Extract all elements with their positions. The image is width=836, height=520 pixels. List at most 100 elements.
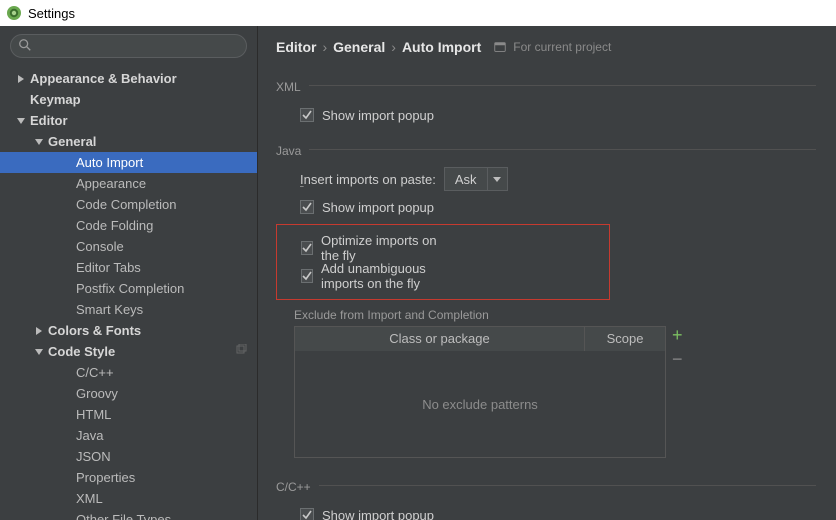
tree-item-label: Console — [76, 239, 124, 254]
add-unambiguous-label: Add unambiguous imports on the fly — [321, 261, 449, 291]
tree-item-java[interactable]: Java — [0, 425, 257, 446]
check-icon — [302, 271, 312, 281]
caret-none — [16, 95, 26, 105]
remove-exclude-button[interactable]: − — [672, 352, 683, 366]
divider — [309, 149, 816, 150]
tree-item-c-c-[interactable]: C/C++ — [0, 362, 257, 383]
tree-item-label: Appearance & Behavior — [30, 71, 177, 86]
caret-none — [62, 368, 72, 378]
tree-item-general[interactable]: General — [0, 131, 257, 152]
exclude-table-empty: No exclude patterns — [295, 351, 665, 457]
tree-item-label: Code Completion — [76, 197, 176, 212]
chevron-right-icon: › — [391, 39, 396, 55]
tree-item-colors-fonts[interactable]: Colors & Fonts — [0, 320, 257, 341]
check-icon — [302, 243, 312, 253]
project-scope-label: For current project — [513, 40, 611, 54]
xml-show-popup-label: Show import popup — [322, 108, 434, 123]
tree-item-editor-tabs[interactable]: Editor Tabs — [0, 257, 257, 278]
search-input[interactable] — [10, 34, 247, 58]
exclude-title: Exclude from Import and Completion — [294, 308, 836, 322]
tree-item-label: Code Style — [48, 344, 115, 359]
exclude-table[interactable]: Class or package Scope No exclude patter… — [294, 326, 666, 458]
caret-none — [62, 389, 72, 399]
xml-show-popup-checkbox[interactable] — [300, 108, 314, 122]
cc-show-popup-checkbox[interactable] — [300, 508, 314, 520]
optimize-imports-checkbox[interactable] — [301, 241, 313, 255]
tree-item-label: Appearance — [76, 176, 146, 191]
caret-right-icon[interactable] — [16, 74, 26, 84]
add-unambiguous-checkbox[interactable] — [301, 269, 313, 283]
tree-item-console[interactable]: Console — [0, 236, 257, 257]
tree-item-label: JSON — [76, 449, 111, 464]
tree-item-code-completion[interactable]: Code Completion — [0, 194, 257, 215]
tree-item-appearance[interactable]: Appearance — [0, 173, 257, 194]
insert-imports-label: Insert imports on paste: — [300, 172, 436, 187]
add-exclude-button[interactable]: + — [672, 328, 683, 342]
check-icon — [302, 110, 312, 120]
section-cc-title: C/C++ — [276, 480, 311, 494]
tree-item-smart-keys[interactable]: Smart Keys — [0, 299, 257, 320]
tree-item-code-folding[interactable]: Code Folding — [0, 215, 257, 236]
divider — [309, 85, 816, 86]
tree-item-label: Colors & Fonts — [48, 323, 141, 338]
caret-none — [62, 284, 72, 294]
tree-item-code-style[interactable]: Code Style — [0, 341, 257, 362]
tree-item-html[interactable]: HTML — [0, 404, 257, 425]
divider — [319, 485, 816, 486]
settings-tree[interactable]: Appearance & Behavior Keymap Editor General… — [0, 66, 257, 520]
tree-item-auto-import[interactable]: Auto Import — [0, 152, 257, 173]
caret-none — [62, 410, 72, 420]
window-titlebar: Settings — [0, 0, 836, 26]
settings-sidebar: Appearance & Behavior Keymap Editor General… — [0, 26, 258, 520]
insert-imports-combo[interactable]: Ask — [444, 167, 508, 191]
cc-show-popup-label: Show import popup — [322, 508, 434, 520]
tree-item-label: Auto Import — [76, 155, 143, 170]
insert-imports-value: Ask — [445, 172, 487, 187]
check-icon — [302, 202, 312, 212]
tree-item-groovy[interactable]: Groovy — [0, 383, 257, 404]
crumb-general[interactable]: General — [333, 39, 385, 55]
check-icon — [302, 510, 312, 520]
section-java-title: Java — [276, 144, 301, 158]
caret-none — [62, 158, 72, 168]
optimize-imports-label: Optimize imports on the fly — [321, 233, 449, 263]
tree-item-label: Editor Tabs — [76, 260, 141, 275]
caret-none — [62, 515, 72, 520]
tree-item-xml[interactable]: XML — [0, 488, 257, 509]
chevron-down-icon[interactable] — [487, 168, 507, 190]
tree-item-json[interactable]: JSON — [0, 446, 257, 467]
highlighted-options: Optimize imports on the fly Add unambigu… — [276, 224, 610, 300]
col-scope[interactable]: Scope — [585, 327, 665, 351]
tree-item-label: Code Folding — [76, 218, 153, 233]
tree-item-other-file-types[interactable]: Other File Types — [0, 509, 257, 520]
java-show-popup-checkbox[interactable] — [300, 200, 314, 214]
project-scope-icon — [493, 40, 507, 54]
settings-search[interactable] — [10, 34, 247, 58]
tree-item-keymap[interactable]: Keymap — [0, 89, 257, 110]
caret-down-icon[interactable] — [16, 116, 26, 126]
caret-right-icon[interactable] — [34, 326, 44, 336]
caret-none — [62, 473, 72, 483]
caret-down-icon[interactable] — [34, 347, 44, 357]
caret-down-icon[interactable] — [34, 137, 44, 147]
crumb-editor[interactable]: Editor — [276, 39, 316, 55]
tree-item-label: HTML — [76, 407, 111, 422]
tree-item-postfix-completion[interactable]: Postfix Completion — [0, 278, 257, 299]
col-class[interactable]: Class or package — [295, 327, 585, 351]
tree-item-label: Keymap — [30, 92, 81, 107]
tree-item-properties[interactable]: Properties — [0, 467, 257, 488]
tree-item-label: Postfix Completion — [76, 281, 184, 296]
breadcrumb: Editor › General › Auto Import For curre… — [276, 36, 836, 58]
caret-none — [62, 242, 72, 252]
java-show-popup-label: Show import popup — [322, 200, 434, 215]
caret-none — [62, 221, 72, 231]
window-title: Settings — [28, 6, 75, 21]
section-xml-title: XML — [276, 80, 301, 94]
caret-none — [62, 305, 72, 315]
scope-icon — [235, 344, 247, 359]
tree-item-appearance-behavior[interactable]: Appearance & Behavior — [0, 68, 257, 89]
tree-item-label: General — [48, 134, 96, 149]
tree-item-label: Properties — [76, 470, 135, 485]
tree-item-editor[interactable]: Editor — [0, 110, 257, 131]
caret-none — [62, 263, 72, 273]
